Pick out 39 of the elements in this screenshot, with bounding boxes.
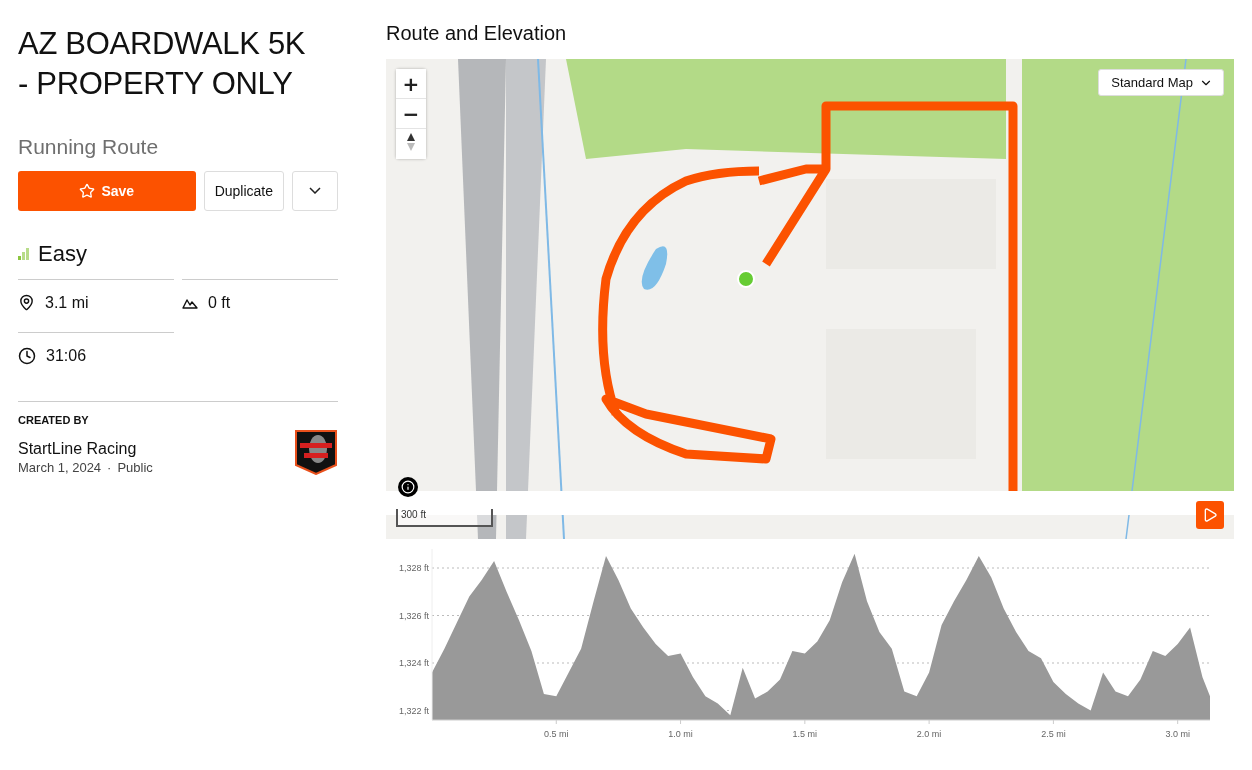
stat-value: 3.1 mi xyxy=(45,293,89,312)
y-tick-label: 1,322 ft xyxy=(398,705,429,716)
route-title: AZ BOARDWALK 5K - PROPERTY ONLY xyxy=(18,25,307,104)
chevron-down-icon xyxy=(309,187,321,195)
section-title: Route and Elevation xyxy=(386,22,568,45)
creator-name: StartLine Racing xyxy=(18,439,138,458)
location-pin-icon xyxy=(18,294,35,312)
section-heading: CREATED BY xyxy=(18,413,90,426)
separator: · xyxy=(107,459,112,475)
zoom-in-button[interactable]: + xyxy=(396,69,426,99)
clock-icon xyxy=(18,346,36,365)
created-date: March 1, 2024 xyxy=(18,459,102,475)
zoom-out-button[interactable]: − xyxy=(396,99,426,129)
y-tick-label: 1,328 ft xyxy=(398,563,429,573)
stat-value: 0 ft xyxy=(208,293,231,312)
info-icon xyxy=(401,480,415,494)
difficulty-label: Easy xyxy=(38,240,87,267)
star-icon xyxy=(79,182,96,199)
x-tick-label: 1.5 mi xyxy=(792,729,818,739)
activity-type: Running Route xyxy=(18,134,160,159)
x-tick-label: 3.0 mi xyxy=(1165,729,1190,739)
play-icon xyxy=(1202,507,1218,523)
compass-button[interactable] xyxy=(396,129,426,159)
duplicate-button[interactable]: Duplicate xyxy=(203,170,284,211)
compass-icon xyxy=(406,131,416,152)
x-tick-label: 2.0 mi xyxy=(916,729,942,739)
y-tick-label: 1,324 ft xyxy=(398,658,429,668)
logo-icon xyxy=(294,428,338,475)
difficulty-icon xyxy=(18,247,30,260)
mountain-icon xyxy=(182,296,198,309)
x-tick-label: 1.0 mi xyxy=(668,729,693,739)
x-tick-label: 2.5 mi xyxy=(1041,729,1066,739)
map-type-dropdown[interactable]: Standard Map xyxy=(1098,69,1224,96)
visibility: Public xyxy=(117,459,153,475)
scale-bar: 300 ft xyxy=(396,509,493,527)
stat-value: 31:06 xyxy=(46,346,87,365)
play-button[interactable] xyxy=(1196,501,1224,529)
y-tick-label: 1,326 ft xyxy=(398,610,429,621)
x-tick-label: 0.5 mi xyxy=(544,729,569,739)
